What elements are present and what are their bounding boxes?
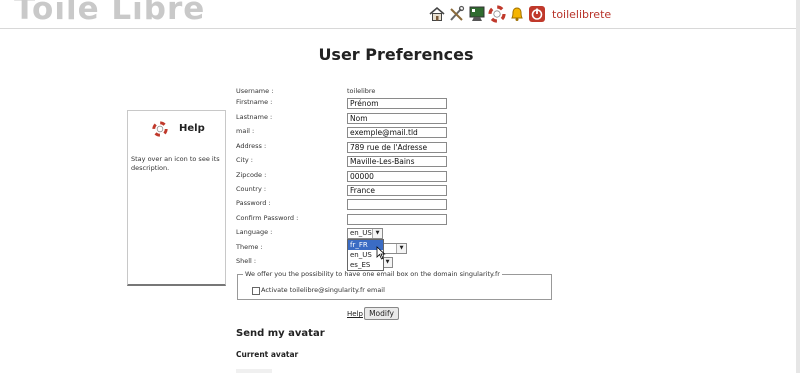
- tools-icon[interactable]: [448, 5, 466, 23]
- language-select[interactable]: en_US ▼: [347, 228, 383, 239]
- firstname-label: Firstname :: [236, 98, 273, 106]
- avatar-image: [236, 369, 272, 373]
- activate-email-checkbox[interactable]: [252, 287, 260, 295]
- zipcode-input[interactable]: 00000: [347, 171, 447, 182]
- zipcode-label: Zipcode :: [236, 171, 267, 179]
- admin-icon[interactable]: [468, 5, 486, 23]
- chevron-down-icon[interactable]: ▼: [372, 229, 382, 238]
- mail-label: mail :: [236, 127, 255, 135]
- help-panel-header: Help: [128, 121, 225, 137]
- password-input[interactable]: [347, 199, 447, 210]
- help-panel-text: Stay over an icon to see its description…: [131, 155, 220, 172]
- city-label: City :: [236, 156, 253, 164]
- avatar-section-title: Send my avatar: [236, 328, 325, 339]
- email-box-legend: We offer you the possibility to have one…: [243, 270, 502, 278]
- help-link[interactable]: Help: [347, 310, 363, 318]
- page-title: User Preferences: [318, 45, 474, 64]
- username-value: toilelibre: [347, 87, 376, 95]
- password-label: Password :: [236, 199, 271, 207]
- top-bar: Toile Libre toilelibrete: [0, 0, 800, 30]
- email-box-fieldset: We offer you the possibility to have one…: [237, 270, 552, 300]
- modify-button[interactable]: Modify: [364, 307, 399, 320]
- logo[interactable]: Toile Libre: [14, 0, 205, 27]
- username-link[interactable]: toilelibrete: [552, 8, 611, 21]
- help-lifebuoy-icon[interactable]: [488, 5, 506, 23]
- activate-email-label[interactable]: Activate toilelibre@singularity.fr email: [261, 286, 385, 294]
- firstname-input[interactable]: Prénom: [347, 98, 447, 109]
- mouse-cursor-icon: [376, 246, 386, 260]
- lastname-input[interactable]: Nom: [347, 113, 447, 124]
- help-panel: Help Stay over an icon to see its descri…: [127, 110, 226, 286]
- shell-label: Shell :: [236, 257, 257, 265]
- notification-bell-icon[interactable]: [508, 5, 526, 23]
- language-label: Language :: [236, 228, 273, 236]
- lifebuoy-icon: [152, 121, 168, 137]
- confirm-password-label: Confirm Password :: [236, 214, 299, 222]
- city-input[interactable]: Maville-Les-Bains: [347, 156, 447, 167]
- home-icon[interactable]: [428, 5, 446, 23]
- language-select-value: en_US: [350, 229, 372, 237]
- help-panel-title: Help: [179, 123, 205, 134]
- lastname-label: Lastname :: [236, 113, 273, 121]
- username-label: Username :: [236, 87, 274, 95]
- scrollbar[interactable]: [796, 0, 800, 373]
- language-option[interactable]: es_ES: [348, 260, 383, 270]
- header-divider: [0, 28, 796, 29]
- chevron-down-icon[interactable]: ▼: [396, 244, 406, 253]
- current-avatar-label: Current avatar: [236, 350, 299, 359]
- power-icon[interactable]: [528, 5, 546, 23]
- confirm-password-input[interactable]: [347, 214, 447, 225]
- mail-input[interactable]: exemple@mail.tld: [347, 127, 447, 138]
- address-label: Address :: [236, 142, 267, 150]
- address-input[interactable]: 789 rue de l'Adresse: [347, 142, 447, 153]
- country-label: Country :: [236, 185, 267, 193]
- country-input[interactable]: France: [347, 185, 447, 196]
- toolbar: toilelibrete: [428, 5, 611, 23]
- theme-label: Theme :: [236, 243, 263, 251]
